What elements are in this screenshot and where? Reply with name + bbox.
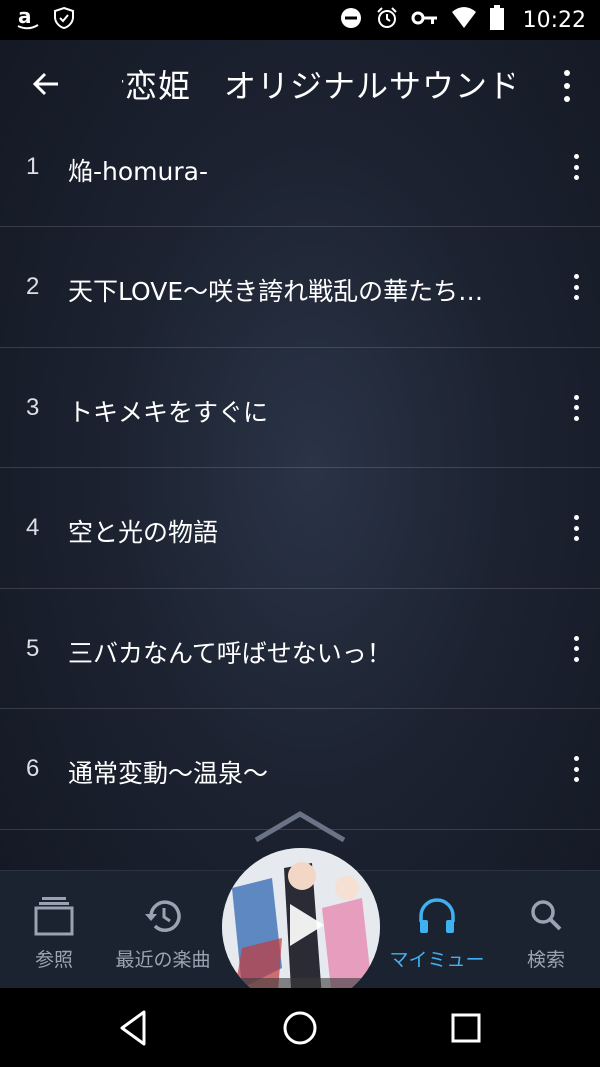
track-menu-button[interactable]	[570, 635, 582, 662]
shield-icon	[52, 6, 76, 34]
key-icon	[411, 6, 439, 34]
track-row[interactable]: 2 天下LOVE～咲き誇れ戦乱の華たち…	[0, 227, 600, 348]
nav-recent[interactable]: 最近の楽曲	[108, 871, 218, 988]
track-menu-button[interactable]	[570, 756, 582, 782]
now-playing-artwork-button[interactable]	[222, 848, 380, 988]
app-bar: †恋姫 オリジナルサウンドトラック	[0, 40, 600, 132]
system-navigation-bar	[0, 988, 600, 1067]
play-icon	[290, 904, 324, 946]
nav-search-label: 検索	[526, 949, 565, 971]
track-number: 1	[26, 153, 40, 180]
nav-browse[interactable]: 参照	[14, 871, 94, 988]
svg-text:a: a	[18, 6, 32, 28]
track-menu-button[interactable]	[570, 274, 582, 300]
track-title: トキメキをすぐに	[68, 397, 269, 427]
amazon-icon: a	[16, 4, 40, 34]
battery-icon	[489, 5, 505, 35]
track-title: 焔-homura-	[68, 157, 208, 186]
search-icon	[526, 895, 566, 937]
track-number: 3	[26, 393, 40, 421]
track-row[interactable]: 1 焔-homura-	[0, 132, 600, 227]
system-home-icon[interactable]	[280, 1008, 320, 1048]
nav-my-music-label: マイミュー	[389, 949, 485, 971]
nav-browse-label: 参照	[34, 949, 73, 971]
more-vert-icon	[564, 70, 570, 76]
track-menu-button[interactable]	[570, 154, 582, 180]
track-title: 三バカなんて呼ばせないっ！	[68, 638, 392, 668]
wifi-icon	[451, 6, 477, 34]
track-row[interactable]: 5 三バカなんて呼ばせないっ！	[0, 589, 600, 709]
browse-icon	[34, 895, 74, 937]
alarm-icon	[375, 6, 399, 34]
system-back-icon[interactable]	[114, 1008, 154, 1048]
status-bar: a 10:22	[0, 0, 600, 40]
track-number: 2	[26, 273, 40, 300]
back-button[interactable]	[0, 40, 92, 132]
track-row[interactable]: 3 トキメキをすぐに	[0, 348, 600, 468]
history-icon	[143, 895, 183, 937]
back-arrow-icon	[30, 68, 62, 104]
system-recents-icon[interactable]	[446, 1008, 486, 1048]
track-menu-button[interactable]	[570, 515, 582, 541]
album-detail-screen: †恋姫 オリジナルサウンドトラック 1 焔-homura- 2 天下LOVE～咲…	[0, 40, 600, 988]
expand-player-chevron-icon[interactable]	[254, 808, 346, 844]
track-title: 天下LOVE～咲き誇れ戦乱の華たち…	[68, 277, 484, 306]
track-list: 1 焔-homura- 2 天下LOVE～咲き誇れ戦乱の華たち… 3 トキメキを…	[0, 132, 600, 830]
nav-search[interactable]: 検索	[506, 871, 586, 988]
track-title: 通常変動～温泉～	[68, 759, 269, 788]
track-menu-button[interactable]	[570, 394, 582, 421]
dnd-icon	[339, 6, 363, 34]
album-title: †恋姫 オリジナルサウンドトラック	[122, 67, 514, 105]
status-time: 10:22	[522, 7, 586, 33]
track-row[interactable]: 4 空と光の物語	[0, 468, 600, 589]
nav-my-music[interactable]: マイミュー	[382, 871, 492, 988]
overflow-menu-button[interactable]	[552, 70, 582, 102]
track-title: 空と光の物語	[68, 518, 219, 547]
nav-recent-label: 最近の楽曲	[115, 949, 211, 971]
track-number: 6	[26, 755, 40, 782]
track-number: 4	[26, 514, 40, 541]
track-number: 5	[26, 634, 40, 662]
headphones-icon	[417, 895, 457, 937]
